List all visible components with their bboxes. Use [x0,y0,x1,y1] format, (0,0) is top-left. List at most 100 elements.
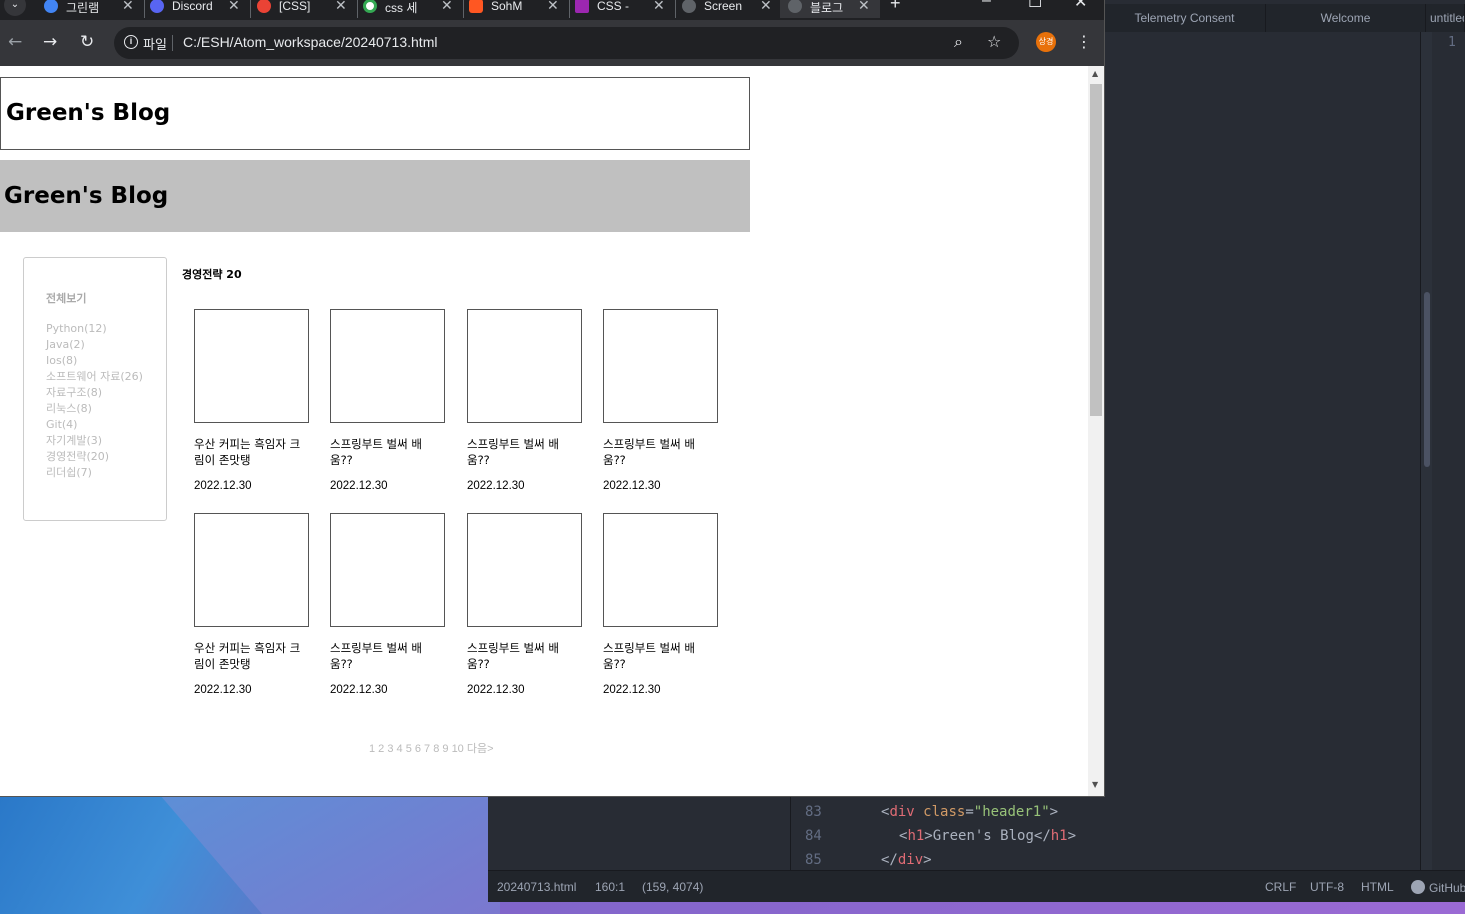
post-card[interactable]: 스프링부트 벌써 배움?? 2022.12.30 [330,513,446,696]
post-date: 2022.12.30 [330,480,388,492]
post-thumbnail[interactable] [467,513,582,627]
code-line[interactable]: </div> [881,848,932,872]
code-line[interactable]: <div class="header1"> [881,800,1058,824]
tab-close-icon[interactable]: ✕ [653,0,665,14]
category-item[interactable]: 소프트웨어 자료(26) [46,369,146,385]
post-thumbnail[interactable] [330,513,445,627]
tab-title: 블로그 [810,1,844,15]
close-window-button[interactable]: ✕ [1074,0,1087,12]
tab-close-icon[interactable]: ✕ [547,0,559,14]
category-item[interactable]: 리눅스(8) [46,401,146,417]
post-title[interactable]: 스프링부트 벌써 배움?? [467,640,577,672]
tab-title: [CSS] [279,0,311,13]
category-item[interactable]: 자기계발(3) [46,433,146,449]
browser-tab[interactable]: Screen ✕ [682,0,788,18]
tab-close-icon[interactable]: ✕ [760,0,772,14]
post-card[interactable]: 스프링부트 벌써 배움?? 2022.12.30 [467,309,583,492]
line-number: 1 [1448,35,1456,50]
zoom-icon[interactable]: ⌕ [954,32,963,52]
browser-tab[interactable]: [CSS] ✕ [257,0,363,18]
pagination[interactable]: 1 2 3 4 5 6 7 8 9 10 다음> [369,740,494,756]
tab-favicon-icon [363,0,377,13]
tab-close-icon[interactable]: ✕ [335,0,347,14]
site-info-icon[interactable]: i [124,35,138,49]
post-card[interactable]: 스프링부트 벌써 배움?? 2022.12.30 [603,513,719,696]
tab-separator [569,0,570,18]
status-cursor[interactable]: 160:1 [595,880,625,894]
post-thumbnail[interactable] [467,309,582,423]
browser-tab[interactable]: css 세 ✕ [363,0,469,18]
browser-tab[interactable]: Discord ✕ [150,0,256,18]
editor-tab-telemetry[interactable]: Telemetry Consent [1104,4,1266,32]
profile-avatar[interactable]: 상경 [1036,32,1056,52]
address-bar[interactable]: i 파일 C:/ESH/Atom_workspace/20240713.html… [114,27,1019,59]
tab-title: CSS - [597,0,630,13]
category-item[interactable]: 자료구조(8) [46,385,146,401]
post-thumbnail[interactable] [194,309,309,423]
editor-scrollbar[interactable] [1420,32,1432,870]
tab-close-icon[interactable]: ✕ [228,0,240,14]
post-card[interactable]: 스프링부트 벌써 배움?? 2022.12.30 [603,309,719,492]
editor-tab-untitled[interactable]: untitled [1426,4,1465,32]
line-number: 85 [805,852,822,868]
post-date: 2022.12.30 [603,480,661,492]
back-arrow-icon[interactable]: ← [8,32,22,52]
sidebar-title[interactable]: 전체보기 [46,290,86,306]
tab-close-icon[interactable]: ✕ [858,0,870,14]
post-thumbnail[interactable] [603,513,718,627]
address-scheme-label[interactable]: 파일 [143,34,167,53]
status-line-ending[interactable]: CRLF [1265,880,1296,894]
tab-title: Screen [704,0,743,13]
post-title[interactable]: 우산 커피는 흑임자 크림이 존맛탱 [194,436,304,468]
address-url[interactable]: C:/ESH/Atom_workspace/20240713.html [183,34,437,50]
category-item[interactable]: 리더쉽(7) [46,465,146,481]
tab-close-icon[interactable]: ✕ [441,0,453,14]
header2: Green's Blog [0,160,750,232]
tab-favicon-icon [44,0,58,13]
post-title[interactable]: 스프링부트 벌써 배움?? [603,436,713,468]
tab-search-button[interactable]: ⌄ [4,0,26,16]
reload-icon[interactable]: ↻ [80,32,94,52]
post-card[interactable]: 우산 커피는 흑임자 크림이 존맛탱 2022.12.30 [194,309,310,492]
maximize-button[interactable]: ☐ [1028,0,1042,12]
category-item[interactable]: Ios(8) [46,353,146,369]
status-github[interactable]: GitHub [1411,880,1465,895]
scroll-down-arrow-icon[interactable]: ▼ [1092,780,1098,789]
page-scrollbar[interactable]: ▲ ▼ [1088,66,1104,796]
editor-tab-welcome[interactable]: Welcome [1266,4,1426,32]
post-thumbnail[interactable] [603,309,718,423]
post-title[interactable]: 우산 커피는 흑임자 크림이 존맛탱 [194,640,304,672]
browser-menu-icon[interactable]: ⋮ [1076,32,1092,52]
editor-scrollbar-thumb[interactable] [1424,292,1430,467]
status-file-name[interactable]: 20240713.html [497,880,576,894]
post-thumbnail[interactable] [194,513,309,627]
category-item[interactable]: Java(2) [46,337,146,353]
category-item[interactable]: Python(12) [46,321,146,337]
browser-tab[interactable]: SohM ✕ [469,0,575,18]
browser-tab[interactable]: CSS - ✕ [575,0,681,18]
post-card[interactable]: 스프링부트 벌써 배움?? 2022.12.30 [467,513,583,696]
post-title[interactable]: 스프링부트 벌써 배움?? [330,640,440,672]
browser-tab-active[interactable]: 블로그 ✕ [780,0,880,18]
category-item[interactable]: Git(4) [46,417,146,433]
forward-arrow-icon[interactable]: → [43,32,57,52]
post-title[interactable]: 스프링부트 벌써 배움?? [603,640,713,672]
post-date: 2022.12.30 [467,480,525,492]
post-card[interactable]: 스프링부트 벌써 배움?? 2022.12.30 [330,309,446,492]
post-card[interactable]: 우산 커피는 흑임자 크림이 존맛탱 2022.12.30 [194,513,310,696]
status-grammar[interactable]: HTML [1361,880,1394,894]
code-line[interactable]: <h1>Green's Blog</h1> [899,824,1076,848]
post-title[interactable]: 스프링부트 벌써 배움?? [467,436,577,468]
new-tab-button[interactable]: + [890,0,901,14]
page-scrollbar-thumb[interactable] [1090,84,1102,416]
post-date: 2022.12.30 [330,684,388,696]
tab-close-icon[interactable]: ✕ [122,0,134,14]
minimize-button[interactable]: – [982,0,991,10]
browser-tab[interactable]: 그린램 ✕ [44,0,150,18]
post-title[interactable]: 스프링부트 벌써 배움?? [330,436,440,468]
category-item[interactable]: 경영전략(20) [46,449,146,465]
post-thumbnail[interactable] [330,309,445,423]
bookmark-star-icon[interactable]: ☆ [987,32,1001,51]
status-encoding[interactable]: UTF-8 [1310,880,1344,894]
scroll-up-arrow-icon[interactable]: ▲ [1092,69,1098,78]
